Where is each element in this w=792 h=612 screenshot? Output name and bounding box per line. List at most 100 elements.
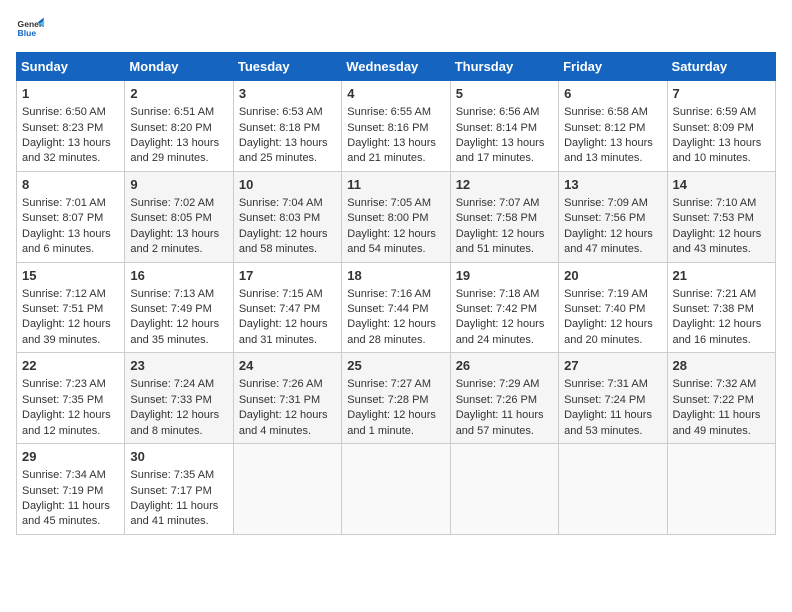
day-info: and 47 minutes. (564, 242, 661, 257)
day-info: Sunset: 7:40 PM (564, 302, 661, 317)
day-info: Sunrise: 6:59 AM (673, 105, 770, 120)
header-saturday: Saturday (667, 53, 775, 81)
header-monday: Monday (125, 53, 233, 81)
logo: General Blue (16, 16, 48, 44)
day-info: Sunset: 7:53 PM (673, 211, 770, 226)
day-number: 29 (22, 448, 119, 466)
day-info: and 29 minutes. (130, 151, 227, 166)
day-info: and 12 minutes. (22, 424, 119, 439)
day-info: Sunset: 7:47 PM (239, 302, 336, 317)
day-info: Daylight: 12 hours (22, 317, 119, 332)
calendar-table: SundayMondayTuesdayWednesdayThursdayFrid… (16, 52, 776, 535)
calendar-cell: 11Sunrise: 7:05 AMSunset: 8:00 PMDayligh… (342, 171, 450, 262)
day-info: Sunset: 7:42 PM (456, 302, 553, 317)
day-info: Sunrise: 7:31 AM (564, 377, 661, 392)
calendar-cell: 6Sunrise: 6:58 AMSunset: 8:12 PMDaylight… (559, 81, 667, 172)
day-number: 27 (564, 357, 661, 375)
page-header: General Blue (16, 16, 776, 44)
day-info: Daylight: 13 hours (456, 136, 553, 151)
day-info: Sunrise: 7:19 AM (564, 287, 661, 302)
calendar-cell: 22Sunrise: 7:23 AMSunset: 7:35 PMDayligh… (17, 353, 125, 444)
calendar-cell: 15 Sunrise: 7:12 AMSunset: 7:51 PMDayligh… (17, 262, 125, 353)
day-info: Sunrise: 6:51 AM (130, 105, 227, 120)
day-info: and 13 minutes. (564, 151, 661, 166)
day-info: Sunset: 7:22 PM (673, 393, 770, 408)
calendar-cell: 9Sunrise: 7:02 AMSunset: 8:05 PMDaylight… (125, 171, 233, 262)
day-info: Sunset: 7:44 PM (347, 302, 444, 317)
calendar-week-4: 29Sunrise: 7:34 AMSunset: 7:19 PMDayligh… (17, 444, 776, 535)
calendar-cell: 16Sunrise: 7:13 AMSunset: 7:49 PMDayligh… (125, 262, 233, 353)
day-info: Sunset: 8:20 PM (130, 121, 227, 136)
day-info: Sunrise: 6:56 AM (456, 105, 553, 120)
day-info: and 28 minutes. (347, 333, 444, 348)
day-number: 3 (239, 85, 336, 103)
day-info: Daylight: 12 hours (130, 317, 227, 332)
day-number: 2 (130, 85, 227, 103)
day-number: 19 (456, 267, 553, 285)
day-number: 4 (347, 85, 444, 103)
header-tuesday: Tuesday (233, 53, 341, 81)
day-info: Sunrise: 7:23 AM (22, 377, 119, 392)
day-info: Daylight: 13 hours (564, 136, 661, 151)
day-info: Daylight: 11 hours (673, 408, 770, 423)
calendar-cell: 1Sunrise: 6:50 AMSunset: 8:23 PMDaylight… (17, 81, 125, 172)
day-info: and 4 minutes. (239, 424, 336, 439)
day-info: Sunrise: 7:34 AM (22, 468, 119, 483)
day-info: and 39 minutes. (22, 333, 119, 348)
day-number: 5 (456, 85, 553, 103)
calendar-cell: 8Sunrise: 7:01 AMSunset: 8:07 PMDaylight… (17, 171, 125, 262)
day-info: Daylight: 12 hours (239, 317, 336, 332)
day-info: Sunset: 8:14 PM (456, 121, 553, 136)
day-info: and 45 minutes. (22, 514, 119, 529)
day-info: Sunset: 7:58 PM (456, 211, 553, 226)
calendar-week-1: 8Sunrise: 7:01 AMSunset: 8:07 PMDaylight… (17, 171, 776, 262)
calendar-cell: 30Sunrise: 7:35 AMSunset: 7:17 PMDayligh… (125, 444, 233, 535)
day-number: 7 (673, 85, 770, 103)
day-info: Sunset: 8:05 PM (130, 211, 227, 226)
calendar-cell: 28Sunrise: 7:32 AMSunset: 7:22 PMDayligh… (667, 353, 775, 444)
day-info: and 24 minutes. (456, 333, 553, 348)
day-info: and 8 minutes. (130, 424, 227, 439)
day-info: and 31 minutes. (239, 333, 336, 348)
day-info: and 49 minutes. (673, 424, 770, 439)
calendar-cell: 5 Sunrise: 6:56 AMSunset: 8:14 PMDaylight… (450, 81, 558, 172)
day-number: 24 (239, 357, 336, 375)
day-number: 12 (456, 176, 553, 194)
calendar-cell: 23Sunrise: 7:24 AMSunset: 7:33 PMDayligh… (125, 353, 233, 444)
calendar-cell (559, 444, 667, 535)
day-info: and 2 minutes. (130, 242, 227, 257)
day-number: 22 (22, 357, 119, 375)
day-number: 25 (347, 357, 444, 375)
day-info: Sunrise: 7:12 AM (22, 287, 119, 302)
calendar-cell: 18Sunrise: 7:16 AMSunset: 7:44 PMDayligh… (342, 262, 450, 353)
day-info: Sunset: 8:09 PM (673, 121, 770, 136)
day-info: and 21 minutes. (347, 151, 444, 166)
calendar-cell (450, 444, 558, 535)
header-sunday: Sunday (17, 53, 125, 81)
calendar-cell: 2Sunrise: 6:51 AMSunset: 8:20 PMDaylight… (125, 81, 233, 172)
day-number: 15 (22, 267, 119, 285)
day-info: Sunset: 8:23 PM (22, 121, 119, 136)
day-info: and 25 minutes. (239, 151, 336, 166)
day-info: and 1 minute. (347, 424, 444, 439)
day-info: and 6 minutes. (22, 242, 119, 257)
day-info: and 10 minutes. (673, 151, 770, 166)
day-info: and 53 minutes. (564, 424, 661, 439)
header-wednesday: Wednesday (342, 53, 450, 81)
day-info: Daylight: 13 hours (673, 136, 770, 151)
day-info: Sunrise: 7:27 AM (347, 377, 444, 392)
svg-text:Blue: Blue (18, 28, 37, 38)
day-info: Sunset: 8:18 PM (239, 121, 336, 136)
calendar-cell: 7 Sunrise: 6:59 AMSunset: 8:09 PMDaylight… (667, 81, 775, 172)
calendar-cell: 13Sunrise: 7:09 AMSunset: 7:56 PMDayligh… (559, 171, 667, 262)
day-info: Sunset: 7:51 PM (22, 302, 119, 317)
day-info: Daylight: 12 hours (456, 227, 553, 242)
calendar-week-0: 1Sunrise: 6:50 AMSunset: 8:23 PMDaylight… (17, 81, 776, 172)
calendar-cell: 25Sunrise: 7:27 AMSunset: 7:28 PMDayligh… (342, 353, 450, 444)
day-number: 1 (22, 85, 119, 103)
day-info: and 43 minutes. (673, 242, 770, 257)
day-info: Daylight: 12 hours (347, 408, 444, 423)
day-info: Daylight: 12 hours (347, 317, 444, 332)
day-info: Sunrise: 7:05 AM (347, 196, 444, 211)
day-number: 21 (673, 267, 770, 285)
